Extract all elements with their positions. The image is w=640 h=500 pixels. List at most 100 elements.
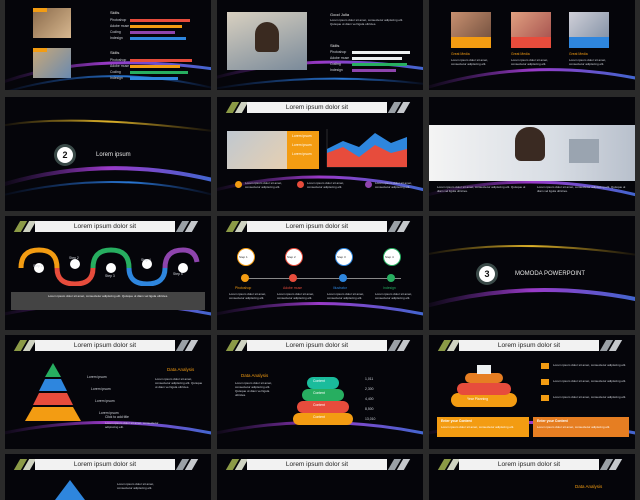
slide-header: Lorem ipsum dolor sit — [217, 221, 423, 232]
header-title: Lorem ipsum dolor sit — [35, 221, 175, 232]
skill-bar — [130, 77, 178, 80]
slide-section-2[interactable]: 2 Lorem ipsum — [5, 97, 211, 211]
slide-partial-1[interactable]: Lorem ipsum dolor sit Lorem ipsum dolor … — [5, 454, 211, 500]
disc-value: 8,500 — [365, 407, 374, 411]
side-text: Lorem ipsum dolor sit amet, consectetur … — [105, 421, 159, 429]
analysis-title: Data Analysis — [241, 373, 269, 378]
timeline-text: Lorem ipsum dolor sit amet, consectetur … — [327, 292, 365, 300]
facebook-icon — [235, 181, 242, 188]
timeline-dot — [339, 274, 347, 282]
skill-bar — [130, 19, 190, 22]
slide-pyramid[interactable]: Lorem ipsum dolor sit Lorem ipsum Lorem … — [5, 335, 211, 449]
timeline-label: Illustrator — [333, 286, 347, 290]
slide-timeline-steps[interactable]: Lorem ipsum dolor sit Step 1 Step 2 Step… — [217, 216, 423, 330]
skill-label: Adobe muse — [330, 56, 350, 60]
disc-label: Content — [313, 415, 325, 419]
box-text: Lorem ipsum dolor sit amet, consectetur … — [441, 425, 515, 429]
slide-stacked-discs[interactable]: Lorem ipsum dolor sit Data Analysis Lore… — [217, 335, 423, 449]
slide-header: Lorem ipsum dolor sit — [5, 340, 211, 351]
media-photo — [451, 12, 491, 48]
slide-skills-1[interactable]: Skills Skills Photoshop Adobe muse Codin… — [5, 0, 211, 90]
step-label: Step 4 — [385, 255, 394, 259]
slide-area-chart[interactable]: Lorem ipsum dolor sit Lorem ipsum Lorem … — [217, 97, 423, 211]
photo — [227, 131, 292, 169]
analysis-title: Data Analysis — [575, 484, 603, 489]
card-title: Great Media — [511, 52, 530, 56]
card-text: Lorem ipsum dolor sit amet, consectetur … — [569, 58, 607, 66]
slide-header: Lorem ipsum dolor sit — [217, 102, 423, 113]
hero-photo — [429, 125, 635, 181]
person-name: Good Julia — [330, 12, 350, 17]
slide-section-3[interactable]: 3 MOMODA POWERPOINT — [429, 216, 635, 330]
timeline-label: Adobe muse — [283, 286, 303, 290]
skill-bar — [352, 51, 410, 54]
slide-partial-3[interactable]: Lorem ipsum dolor sit Data Analysis — [429, 454, 635, 500]
header-title: Lorem ipsum dolor sit — [247, 459, 387, 470]
card-text: Lorem ipsum dolor sit amet, consectetur … — [451, 58, 489, 66]
skill-label: Photoshop — [330, 50, 347, 54]
slide-header: Lorem ipsum dolor sit — [5, 221, 211, 232]
skill-label: Indesign — [110, 76, 123, 80]
legend-item: Lorem ipsum — [292, 143, 312, 147]
skill-bar — [130, 25, 182, 28]
step-label: Step 3 — [337, 255, 346, 259]
slide-hero-photo[interactable]: Lorem ipsum dolor sit amet, consectetur … — [429, 97, 635, 211]
bullet-icon — [541, 395, 549, 401]
person-photo — [33, 48, 71, 78]
timeline-text: Lorem ipsum dolor sit amet, consectetur … — [375, 292, 413, 300]
area-chart — [326, 129, 407, 168]
header-title: Lorem ipsum dolor sit — [459, 459, 599, 470]
timeline-line — [241, 278, 401, 279]
skill-label: Coding — [110, 30, 121, 34]
skill-bar — [130, 65, 180, 68]
slide-year-planning[interactable]: Lorem ipsum dolor sit Year Planning Lore… — [429, 335, 635, 449]
header-title: Lorem ipsum dolor sit — [35, 340, 175, 351]
skill-bar — [130, 59, 192, 62]
step-label: Step 1 — [239, 255, 248, 259]
disc-label: Content — [313, 391, 325, 395]
social-text: Lorem ipsum dolor sit amet, consectetur … — [245, 181, 283, 189]
card-text: Lorem ipsum dolor sit amet, consectetur … — [511, 58, 549, 66]
slide-media-cards[interactable]: Great Media Great Media Great Media Lore… — [429, 0, 635, 90]
skill-bar — [130, 31, 175, 34]
analysis-title: Data Analysis — [167, 367, 195, 372]
pyramid-fragment — [55, 480, 85, 500]
slide-partial-2[interactable]: Lorem ipsum dolor sit — [217, 454, 423, 500]
side-title: Click to add title — [105, 415, 129, 419]
timeline-dot — [241, 274, 249, 282]
card-title: Great Media — [569, 52, 588, 56]
swoosh-background — [217, 302, 423, 316]
hero-text: Lorem ipsum dolor sit amet, consectetur … — [537, 185, 626, 193]
disc-value: 13,010 — [365, 417, 376, 421]
step-bubble: Step 3 — [335, 248, 353, 266]
step-label: Step 5 — [173, 272, 183, 276]
skill-label: Adobe muse — [110, 64, 130, 68]
social-text: Lorem ipsum dolor sit amet, consectetur … — [307, 181, 345, 189]
skill-bar — [352, 57, 402, 60]
pyramid-label: Lorem ipsum — [95, 399, 115, 403]
section-title: MOMODA POWERPOINT — [515, 271, 586, 277]
slide-header: Lorem ipsum dolor sit — [429, 340, 635, 351]
person-photo — [33, 8, 71, 38]
partial-text: Lorem ipsum dolor sit amet, consectetur … — [117, 482, 155, 490]
slide-header: Lorem ipsum dolor sit — [429, 459, 635, 470]
planning-text: Lorem ipsum dolor sit amet, consectetur … — [553, 363, 627, 367]
slide-skills-2[interactable]: Good Julia Lorem ipsum dolor sit amet, c… — [217, 0, 423, 90]
skill-label: Photoshop — [110, 18, 127, 22]
skill-label: Adobe muse — [110, 24, 130, 28]
step-bubble: Step 4 — [383, 248, 401, 266]
timeline-dot — [289, 274, 297, 282]
planning-label: Year Planning — [467, 397, 488, 401]
timeline-text: Lorem ipsum dolor sit amet, consectetur … — [277, 292, 315, 300]
slide-wave-steps[interactable]: Lorem ipsum dolor sit Step 1 Step 2 Step… — [5, 216, 211, 330]
content-box: Enter your Content Lorem ipsum dolor sit… — [437, 417, 529, 437]
legend-item: Lorem ipsum — [292, 134, 312, 138]
pyramid-label: Lorem ipsum — [91, 387, 111, 391]
bullet-icon — [541, 363, 549, 369]
card-title: Great Media — [451, 52, 470, 56]
slide-header: Lorem ipsum dolor sit — [217, 340, 423, 351]
legend-box: Lorem ipsum Lorem ipsum Lorem ipsum — [287, 131, 319, 169]
woman-laptop-photo — [227, 12, 307, 70]
skill-bar — [130, 71, 188, 74]
section-title: Lorem ipsum — [96, 152, 131, 158]
